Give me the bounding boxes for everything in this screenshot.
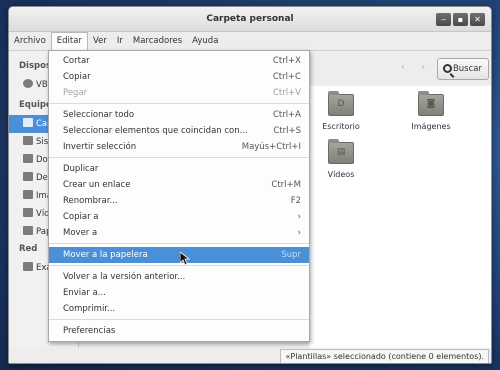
harddisk-icon <box>23 136 33 145</box>
sidebar-header-places: Equipo <box>19 100 52 110</box>
menu-item-seleccionar-todo[interactable]: Seleccionar todo Ctrl+A <box>49 107 309 123</box>
menu-ir[interactable]: Ir <box>112 32 128 50</box>
menu-item-label: Comprimir... <box>63 304 116 314</box>
menu-item-label: Renombrar... <box>63 196 118 206</box>
folder-videos-icon: ▤ <box>328 139 354 164</box>
menu-separator <box>49 265 309 266</box>
menu-item-comprimir[interactable]: Comprimir... <box>49 301 309 317</box>
file-item-imagenes[interactable]: ◙ Imágenes <box>401 91 461 131</box>
file-item-label: Escritorio <box>322 122 360 131</box>
menu-bar: Archivo Editar Ver Ir Marcadores Ayuda <box>9 32 491 51</box>
menu-editar[interactable]: Editar <box>50 32 88 50</box>
title-bar[interactable]: Carpeta personal ‒ ▪ ✕ <box>9 7 491 32</box>
search-button-label: Buscar <box>452 64 482 74</box>
back-arrow-icon[interactable]: ‹ <box>401 62 405 73</box>
file-item-videos[interactable]: ▤ Vídeos <box>311 139 371 179</box>
trash-icon <box>23 226 33 235</box>
menu-item-duplicar[interactable]: Duplicar <box>49 161 309 177</box>
menu-item-mover-a[interactable]: Mover a › <box>49 225 309 241</box>
menu-item-label: Copiar a <box>63 212 99 222</box>
menu-item-label: Seleccionar elementos que coincidan con.… <box>63 126 248 136</box>
menu-item-accel: Ctrl+X <box>272 56 301 66</box>
folder-pictures-icon: ◙ <box>418 91 444 116</box>
menu-item-volver-version[interactable]: Volver a la versión anterior... <box>49 269 309 285</box>
menu-item-label: Seleccionar todo <box>63 110 135 120</box>
close-button[interactable]: ✕ <box>470 13 485 26</box>
file-item-escritorio[interactable]: D Escritorio <box>311 91 371 131</box>
folder-icon <box>23 172 33 181</box>
search-button[interactable]: Buscar <box>437 58 489 80</box>
menu-item-accel: F2 <box>290 196 301 206</box>
menu-item-invertir-seleccion[interactable]: Invertir selección Mayús+Ctrl+I <box>49 139 309 155</box>
file-view: D Escritorio ◙ Imágenes ▤ Vídeos <box>309 86 491 348</box>
menu-item-accel: Ctrl+C <box>272 72 301 82</box>
menu-item-copiar[interactable]: Copiar Ctrl+C <box>49 69 309 85</box>
menu-item-label: Cortar <box>63 56 90 66</box>
menu-item-cortar[interactable]: Cortar Ctrl+X <box>49 53 309 69</box>
home-icon <box>23 118 33 127</box>
menu-item-accel: Ctrl+M <box>271 180 301 190</box>
menu-item-label: Invertir selección <box>63 142 137 152</box>
menu-item-accel: Mayús+Ctrl+I <box>241 142 301 152</box>
menu-item-enviar-a[interactable]: Enviar a... <box>49 285 309 301</box>
menu-item-label: Enviar a... <box>63 288 106 298</box>
disc-icon <box>23 79 33 88</box>
menu-ver[interactable]: Ver <box>88 32 112 50</box>
menu-item-accel: Ctrl+V <box>272 88 301 98</box>
network-icon <box>23 262 33 271</box>
menu-item-label: Volver a la versión anterior... <box>63 272 186 282</box>
menu-item-accel: Supr <box>281 250 301 260</box>
menu-item-label: Copiar <box>63 72 91 82</box>
sidebar-header-devices: Dispos <box>19 61 52 71</box>
status-bar: «Plantillas» seleccionado (contiene 0 el… <box>9 348 491 363</box>
submenu-arrow-icon: › <box>297 212 301 222</box>
menu-marcadores[interactable]: Marcadores <box>128 32 187 50</box>
menu-item-accel: Ctrl+A <box>272 110 301 120</box>
minimize-button[interactable]: ‒ <box>436 13 451 26</box>
folder-icon <box>23 208 33 217</box>
menu-item-label: Mover a <box>63 228 98 238</box>
maximize-button[interactable]: ▪ <box>453 13 468 26</box>
edit-menu-dropdown: Cortar Ctrl+X Copiar Ctrl+C Pegar Ctrl+V Se… <box>48 50 310 342</box>
file-item-label: Imágenes <box>411 122 451 131</box>
menu-archivo[interactable]: Archivo <box>9 32 51 50</box>
menu-item-label: Crear un enlace <box>63 180 131 190</box>
menu-separator <box>49 319 309 320</box>
toolbar: ‹ › Buscar <box>309 52 491 86</box>
window-title: Carpeta personal <box>206 14 294 24</box>
folder-desktop-icon: D <box>328 91 354 116</box>
menu-item-accel: Ctrl+S <box>273 126 301 136</box>
menu-ayuda[interactable]: Ayuda <box>187 32 223 50</box>
menu-separator <box>49 103 309 104</box>
menu-item-copiar-a[interactable]: Copiar a › <box>49 209 309 225</box>
folder-icon <box>23 190 33 199</box>
menu-item-label: Preferencias <box>63 326 116 336</box>
menu-item-label: Mover a la papelera <box>63 250 148 260</box>
menu-separator <box>49 243 309 244</box>
file-item-label: Vídeos <box>327 170 355 179</box>
menu-item-renombrar[interactable]: Renombrar... F2 <box>49 193 309 209</box>
folder-icon <box>23 154 33 163</box>
menu-item-label: Duplicar <box>63 164 99 174</box>
menu-item-preferencias[interactable]: Preferencias <box>49 323 309 339</box>
menu-item-label: Pegar <box>63 88 88 98</box>
sidebar-header-network: Red <box>19 244 38 254</box>
menu-separator <box>49 157 309 158</box>
submenu-arrow-icon: › <box>297 228 301 238</box>
menu-item-pegar: Pegar Ctrl+V <box>49 85 309 101</box>
menu-item-mover-papelera[interactable]: Mover a la papelera Supr <box>49 247 309 263</box>
status-text: «Plantillas» seleccionado (contiene 0 el… <box>280 349 489 363</box>
menu-item-crear-enlace[interactable]: Crear un enlace Ctrl+M <box>49 177 309 193</box>
search-icon <box>443 64 452 73</box>
menu-item-seleccionar-coincidan[interactable]: Seleccionar elementos que coincidan con.… <box>49 123 309 139</box>
forward-arrow-icon[interactable]: › <box>421 62 425 73</box>
